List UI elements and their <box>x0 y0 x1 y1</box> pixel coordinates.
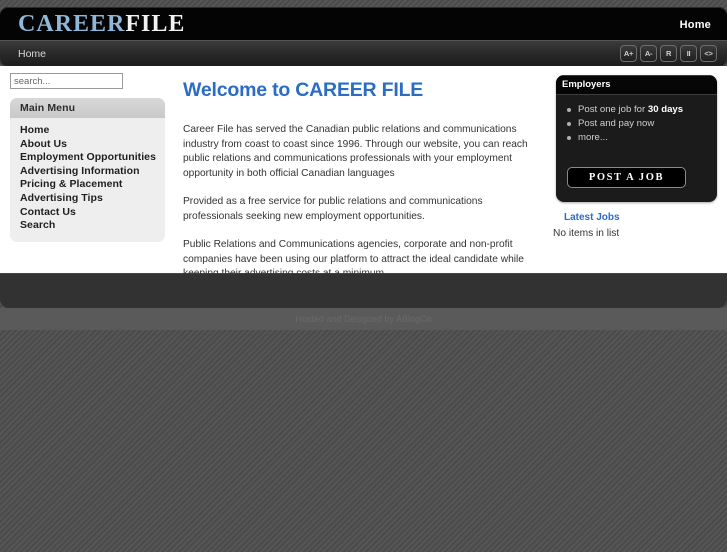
accessibility-button-group: A+ A- R II <> <box>620 45 717 62</box>
page-title: Welcome to CAREER FILE <box>183 79 424 101</box>
intro-paragraph-1: Career File has served the Canadian publ… <box>183 124 528 179</box>
employers-more-link[interactable]: more... <box>578 132 608 143</box>
main-menu-title: Main Menu <box>10 98 165 118</box>
main-menu-module: Main Menu Home About Us Employment Oppor… <box>10 98 165 242</box>
sidebar-item-about-us[interactable]: About Us <box>10 138 165 152</box>
decrease-font-size-button[interactable]: A- <box>640 45 657 62</box>
post-a-job-button[interactable]: POST A JOB <box>567 167 686 188</box>
logo-text-file: FILE <box>125 11 186 37</box>
list-item: Pricing & Placement <box>10 178 165 192</box>
intro-paragraph-3: Public Relations and Communications agen… <box>183 239 524 279</box>
sidebar-item-pricing-placement[interactable]: Pricing & Placement <box>10 178 165 192</box>
latest-jobs-heading-link[interactable]: Latest Jobs <box>564 212 620 223</box>
site-logo[interactable]: CAREERFILE <box>18 11 185 38</box>
list-item: Advertising Information <box>10 165 165 179</box>
intro-paragraph-2: Provided as a free service for public re… <box>183 196 483 222</box>
breadcrumb-toolbar: Home A+ A- R II <> <box>0 40 727 66</box>
sidebar-item-contact-us[interactable]: Contact Us <box>10 206 165 220</box>
list-item: Employment Opportunities <box>10 151 165 165</box>
employers-bullet-1-text: Post one job for <box>578 104 648 115</box>
reset-font-size-button[interactable]: R <box>660 45 677 62</box>
increase-font-size-button[interactable]: A+ <box>620 45 637 62</box>
sidebar-item-home[interactable]: Home <box>10 124 165 138</box>
main-menu-list: Home About Us Employment Opportunities A… <box>10 118 165 233</box>
list-item: Advertising Tips <box>10 192 165 206</box>
width-toggle-button[interactable]: <> <box>700 45 717 62</box>
logo-text-career: CAREER <box>18 11 126 37</box>
employers-bullet-1-highlight: 30 days <box>647 104 684 115</box>
list-item: Post and pay now <box>556 117 717 131</box>
list-item: Search <box>10 219 165 233</box>
list-item[interactable]: more... <box>556 131 717 145</box>
latest-jobs-empty-message: No items in list <box>553 228 620 239</box>
main-column: Welcome to CAREER FILE Career File has s… <box>183 66 535 282</box>
sidebar-item-search[interactable]: Search <box>10 219 165 233</box>
list-item: Contact Us <box>10 206 165 220</box>
employers-benefits-list: Post one job for 30 days Post and pay no… <box>556 95 717 145</box>
employers-module-title: Employers <box>556 75 717 95</box>
breadcrumb[interactable]: Home <box>18 48 46 60</box>
list-item: Home <box>10 124 165 138</box>
site-header: CAREERFILE Home <box>0 7 727 40</box>
sidebar: Main Menu Home About Us Employment Oppor… <box>0 66 184 242</box>
list-item: Post one job for 30 days <box>556 103 717 117</box>
search-input[interactable] <box>10 73 123 89</box>
footer-credit-link[interactable]: Hosted and Designed by ABlogCo <box>295 314 431 324</box>
page-wrapper: CAREERFILE Home Home A+ A- R II <> Main … <box>0 7 727 330</box>
content-area: Main Menu Home About Us Employment Oppor… <box>0 66 727 279</box>
sidebar-item-advertising-information[interactable]: Advertising Information <box>10 165 165 179</box>
header-nav-home-link[interactable]: Home <box>680 19 711 31</box>
sidebar-item-employment-opportunities[interactable]: Employment Opportunities <box>10 151 165 165</box>
footer-credit-strip: Hosted and Designed by ABlogCo <box>0 308 727 330</box>
sidebar-item-advertising-tips[interactable]: Advertising Tips <box>10 192 165 206</box>
employers-module: Employers Post one job for 30 days Post … <box>556 75 717 202</box>
right-column: Employers Post one job for 30 days Post … <box>552 66 727 239</box>
pause-button[interactable]: II <box>680 45 697 62</box>
list-item: About Us <box>10 138 165 152</box>
